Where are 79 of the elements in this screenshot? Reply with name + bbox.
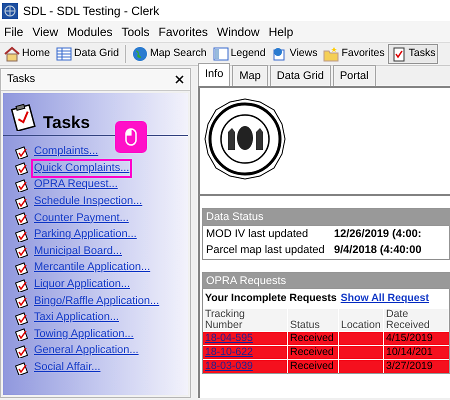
toolbar-button[interactable]: Data Grid <box>53 44 122 64</box>
tasks-heading: Tasks <box>43 114 90 131</box>
column-header: Status <box>288 308 338 331</box>
checklist-icon <box>15 211 28 226</box>
table-icon <box>56 46 72 62</box>
table-cell: 10/14/201 <box>384 346 449 359</box>
task-link[interactable]: General Application... <box>34 344 139 358</box>
checklist-icon <box>15 244 28 258</box>
table-cell: Received <box>288 346 338 359</box>
checklist-icon <box>15 294 28 308</box>
checklist-icon <box>15 144 28 159</box>
tab[interactable]: Portal <box>332 64 376 86</box>
pane-title: Tasks <box>7 72 36 88</box>
table-cell <box>339 360 383 373</box>
task-link[interactable]: Complaints... <box>34 145 98 158</box>
menu-item[interactable]: Help <box>268 22 294 40</box>
column-header: Location <box>339 308 383 331</box>
task-link[interactable]: Social Affair... <box>34 361 100 374</box>
menu-item[interactable]: File <box>4 22 24 40</box>
toolbar-button[interactable]: Views <box>268 44 320 64</box>
app-icon <box>2 2 18 18</box>
task-link[interactable]: Mercantile Application... <box>34 261 150 274</box>
task-link[interactable]: Counter Payment... <box>34 212 129 225</box>
tab[interactable]: Info <box>198 62 230 86</box>
checklist-icon <box>15 161 28 176</box>
table-cell: 4/15/2019 <box>384 332 449 345</box>
close-icon[interactable] <box>175 75 184 84</box>
menu-item[interactable]: Tools <box>122 22 150 40</box>
task-link[interactable]: Parking Application... <box>34 228 137 242</box>
mouse-icon <box>125 128 137 146</box>
checklist-icon <box>15 327 28 342</box>
checklist-icon <box>15 260 28 275</box>
menu-item[interactable]: Modules <box>67 22 112 40</box>
table-cell: Received <box>288 332 338 345</box>
panel-icon <box>212 46 229 62</box>
tab[interactable]: Map <box>232 64 268 86</box>
table-cell: 3/27/2019 <box>384 360 449 373</box>
menu-item[interactable]: View <box>32 22 58 40</box>
menu-item[interactable]: Favorites <box>158 22 208 40</box>
task-link[interactable]: Municipal Board... <box>34 244 122 258</box>
section-heading: Your Incomplete Requests <box>205 291 337 306</box>
status-value: 12/26/2019 (4:00: <box>334 226 422 242</box>
globe-icon <box>132 46 148 62</box>
house-icon <box>4 46 20 62</box>
task-link[interactable]: OPRA Request... <box>34 178 118 192</box>
toolbar-button[interactable]: Tasks <box>388 44 438 64</box>
checklist-icon <box>15 178 28 192</box>
status-value: 9/4/2018 (4:40:00 <box>334 243 422 258</box>
task-link[interactable]: Quick Complaints... <box>34 162 130 175</box>
menu-item[interactable]: Window <box>216 22 260 40</box>
status-label: Parcel map last updated <box>206 243 326 258</box>
toolbar-button[interactable]: Map Search <box>128 44 210 64</box>
toolbar-button[interactable]: Favorites <box>320 44 388 64</box>
tab[interactable]: Data Grid <box>270 64 331 86</box>
checklist-icon <box>15 360 28 375</box>
toolbar-button[interactable]: Legend <box>210 44 269 64</box>
toolbar-button[interactable]: Home <box>1 44 54 64</box>
task-link[interactable]: Taxi Application... <box>34 311 119 324</box>
panel-header: Data Status <box>203 209 449 226</box>
status-label: MOD IV last updated <box>206 226 310 242</box>
table-cell <box>339 346 383 359</box>
panel-header: OPRA Requests <box>203 272 449 289</box>
folder-icon <box>323 46 340 62</box>
checklist-icon <box>15 278 28 292</box>
task-link[interactable]: Schedule Inspection... <box>34 195 142 208</box>
table-cell <box>339 332 383 345</box>
task-link[interactable]: Bingo/Raffle Application... <box>34 294 160 308</box>
table-cell: Received <box>288 360 338 373</box>
task-link[interactable]: Towing Application... <box>34 328 134 341</box>
checklist-icon <box>15 194 28 209</box>
column-header: Tracking Number <box>203 308 287 331</box>
checklist-icon <box>15 310 28 325</box>
show-all-link[interactable]: Show All Request <box>340 291 429 307</box>
checklist-icon <box>15 228 28 242</box>
clipboard-icon <box>390 46 407 62</box>
window-title: SDL - SDL Testing - Clerk <box>23 2 160 20</box>
checklist-icon <box>15 344 28 358</box>
task-link[interactable]: Liquor Application... <box>34 278 130 292</box>
column-header: Date Received <box>384 308 449 331</box>
